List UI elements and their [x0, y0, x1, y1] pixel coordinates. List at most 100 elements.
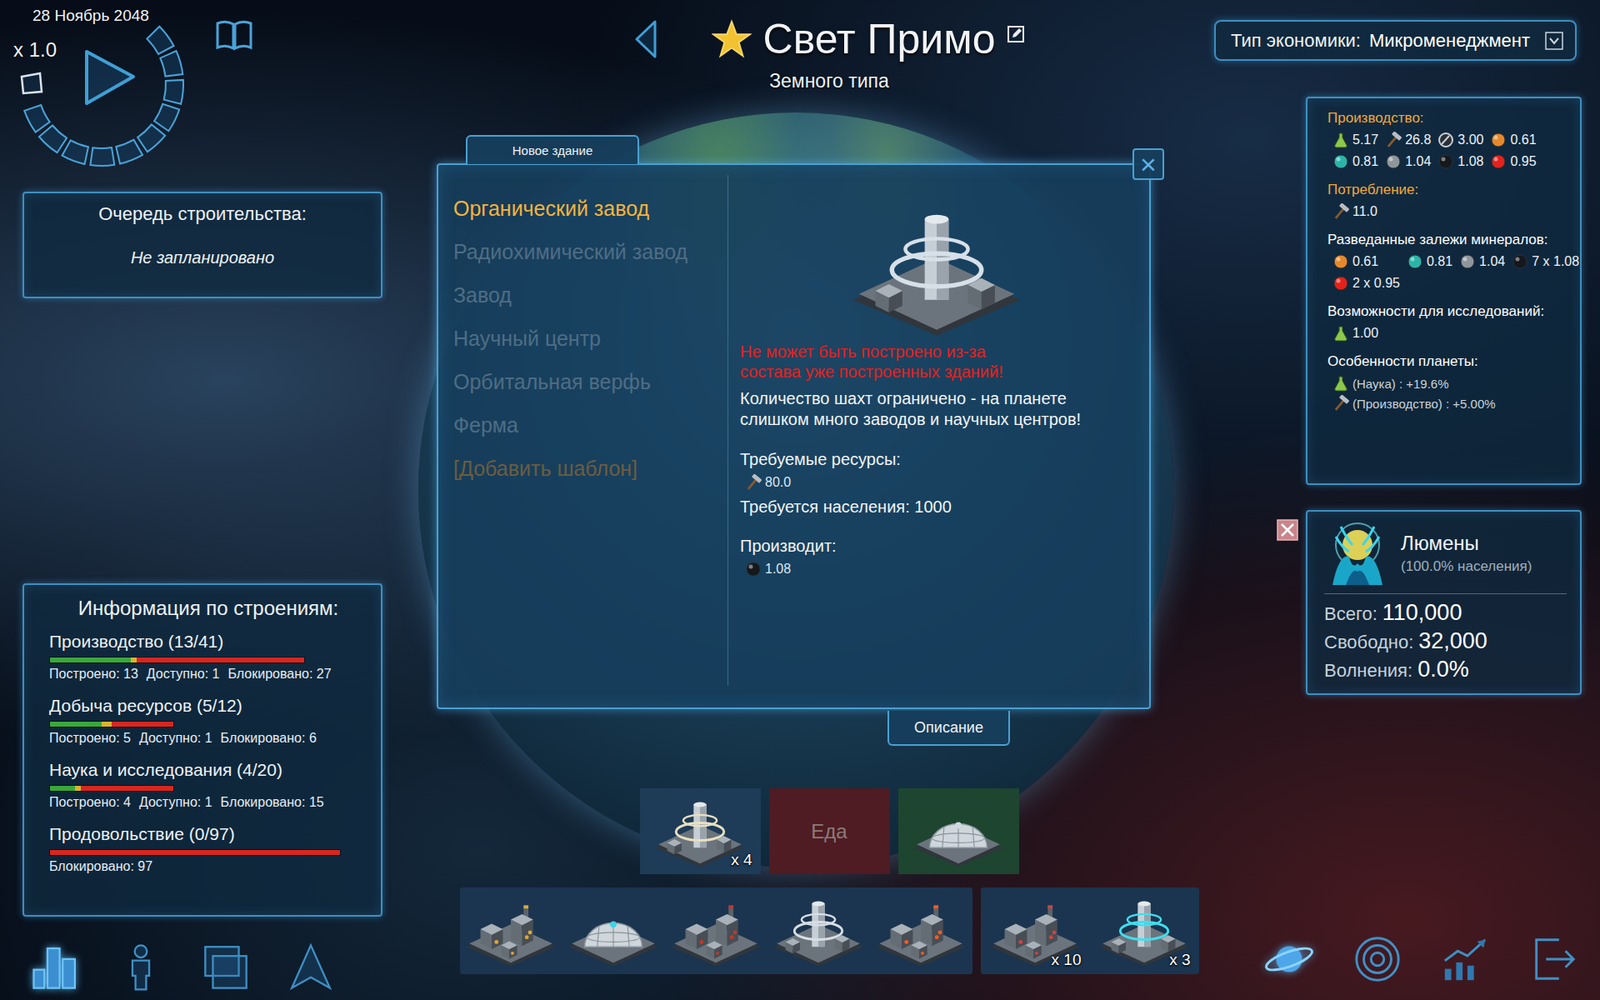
- planet-type: Земного типа: [769, 70, 890, 93]
- building-info-panel: Информация по строениям:Производство (13…: [22, 583, 383, 917]
- planet-name: Свет Примо: [763, 15, 996, 64]
- bar-segment: [50, 850, 340, 855]
- hammer-icon: [1385, 131, 1402, 149]
- favorite-star-icon[interactable]: [711, 19, 752, 60]
- building-card[interactable]: x 10: [980, 887, 1090, 975]
- resource-item: 26.8: [1385, 131, 1431, 149]
- exit-icon[interactable]: [1528, 933, 1580, 985]
- population-stat: Волнения:0.0%: [1324, 655, 1567, 685]
- resource-item: 0.95: [1490, 153, 1536, 170]
- resource-item: 1.08: [1437, 153, 1484, 170]
- buildings-icon[interactable]: [29, 941, 83, 992]
- fleet-icon[interactable]: [284, 941, 338, 992]
- race-panel: Люмены(100.0% населения)Всего:110,000Сво…: [1305, 510, 1582, 695]
- building-art: [461, 892, 560, 970]
- building-group: x 10 x 3: [980, 887, 1200, 975]
- resource-item: 0.81: [1332, 153, 1379, 170]
- mineral-icon: [1437, 153, 1455, 170]
- right-nav: [1263, 933, 1580, 985]
- building-option[interactable]: Радиохимический завод: [453, 230, 720, 274]
- unrest-icon[interactable]: [1275, 518, 1300, 542]
- resources-panel: Производство:5.1726.83.000.610.811.041.0…: [1305, 96, 1582, 485]
- mineral-icon: [745, 560, 762, 578]
- race-name: Люмены: [1400, 531, 1532, 555]
- close-button[interactable]: ×: [1132, 148, 1165, 180]
- building-option[interactable]: Научный центр: [453, 316, 720, 360]
- building-card[interactable]: [665, 887, 768, 975]
- category-stat: Блокировано: 27: [227, 666, 331, 682]
- left-column: 28 Ноябрь 2048x 1.0Очередь строительства…: [0, 0, 392, 1000]
- edit-icon[interactable]: [1006, 25, 1025, 44]
- building-option[interactable]: Орбитальная верфь: [453, 360, 720, 404]
- building-category: Производство (13/41)Построено: 13Доступн…: [49, 631, 368, 682]
- resource-heading: Особенности планеты:: [1327, 353, 1569, 370]
- building-art: [832, 198, 1041, 342]
- resource-item: 3.00: [1437, 131, 1484, 149]
- building-category: Продовольствие (0/97)Блокировано: 97: [49, 824, 368, 875]
- mineral-icon: [1332, 275, 1350, 292]
- building-option[interactable]: Органический завод: [453, 186, 720, 230]
- population-stat: Свободно:32,000: [1324, 627, 1567, 656]
- building-card[interactable]: [562, 887, 665, 975]
- windows-icon[interactable]: [199, 941, 253, 992]
- hammer-icon: [1332, 395, 1350, 412]
- description: Количество шахт ограничено - на планете …: [740, 388, 1133, 430]
- building-card[interactable]: Еда: [769, 788, 890, 875]
- resource-section: Возможности для исследований:1.00: [1327, 303, 1569, 342]
- building-category: Добыча ресурсов (5/12)Построено: 5Доступ…: [49, 695, 368, 746]
- stats-icon[interactable]: [1440, 933, 1492, 985]
- building-card[interactable]: [898, 788, 1020, 875]
- flask-icon: [1332, 375, 1350, 392]
- play-icon[interactable]: [86, 51, 134, 104]
- speed-ring-icon[interactable]: [10, 0, 202, 192]
- book-icon[interactable]: [214, 18, 255, 52]
- population-icon[interactable]: [114, 941, 168, 992]
- hammer-icon: [1332, 203, 1350, 220]
- category-bar: [49, 720, 175, 728]
- resource-item: 0.81: [1406, 253, 1453, 270]
- resource-heading: Потребление:: [1327, 181, 1569, 199]
- category-stat: Построено: 5: [49, 730, 131, 746]
- economy-value: Микроменеджмент: [1369, 30, 1537, 52]
- resource-item: (Производство) : +5.00%: [1332, 395, 1569, 412]
- game-speed[interactable]: x 1.0: [13, 38, 57, 62]
- building-card[interactable]: [460, 887, 563, 975]
- mineral-icon: [1511, 253, 1529, 270]
- alien-portrait-icon: [1324, 520, 1391, 587]
- category-name: Наука и исследования (4/20): [49, 760, 368, 780]
- building-option[interactable]: Завод: [453, 273, 720, 317]
- resource-heading: Возможности для исследований:: [1327, 303, 1569, 320]
- resource-item: (Наука) : +19.6%: [1332, 375, 1569, 392]
- building-card[interactable]: x 3: [1090, 887, 1200, 975]
- economy-dropdown[interactable]: Тип экономики:Микроменеджмент: [1214, 20, 1577, 61]
- bar-segment: [75, 785, 81, 791]
- category-stat: Построено: 4: [49, 795, 131, 810]
- dialog-tab: Новое здание: [465, 135, 640, 165]
- building-category: Наука и исследования (4/20)Построено: 4Д…: [49, 760, 368, 810]
- card-count: x 3: [1169, 950, 1190, 970]
- building-card[interactable]: [870, 887, 973, 975]
- building-option[interactable]: Ферма: [453, 403, 720, 447]
- bar-segment: [136, 657, 305, 663]
- category-stat: Блокировано: 15: [220, 795, 325, 810]
- mineral-icon: [1385, 153, 1402, 170]
- planet-screen: 28 Ноябрь 2048x 1.0Очередь строительства…: [0, 0, 1600, 1000]
- mineral-icon: [1406, 253, 1424, 270]
- building-option[interactable]: [Добавить шаблон]: [453, 446, 720, 490]
- description-button[interactable]: Описание: [887, 710, 1010, 746]
- building-list: Органический заводРадиохимический заводЗ…: [438, 175, 729, 686]
- building-card[interactable]: x 4: [640, 788, 761, 875]
- building-art: [871, 892, 970, 970]
- square-icon[interactable]: [18, 70, 45, 97]
- back-arrow-icon[interactable]: [633, 18, 659, 60]
- race-share: (100.0% населения): [1400, 558, 1532, 575]
- bar-segment: [80, 785, 174, 791]
- planet-header: Свет Примо: [633, 15, 1026, 64]
- mineral-icon: [1490, 153, 1507, 170]
- chevron-down-icon[interactable]: [1545, 31, 1564, 50]
- planet-icon[interactable]: [1263, 933, 1315, 985]
- building-card[interactable]: [767, 887, 870, 975]
- dial-icon: [1437, 131, 1455, 149]
- galaxy-icon[interactable]: [1351, 933, 1404, 985]
- resource-heading: Производство:: [1327, 110, 1569, 127]
